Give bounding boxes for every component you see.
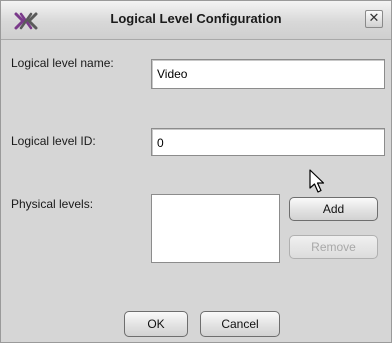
mouse-pointer-icon	[309, 169, 327, 195]
logical-level-name-label: Logical level name:	[11, 56, 114, 70]
logical-level-id-field[interactable]: 0	[151, 128, 385, 156]
logical-level-configuration-dialog: Logical Level Configuration ✕ Logical le…	[0, 0, 392, 343]
add-button[interactable]: Add	[289, 197, 378, 221]
title-bar[interactable]: Logical Level Configuration ✕	[1, 1, 391, 40]
logical-level-name-field[interactable]: Video	[151, 59, 385, 89]
ok-button[interactable]: OK	[124, 311, 188, 337]
cancel-button[interactable]: Cancel	[200, 311, 280, 337]
close-icon[interactable]: ✕	[365, 10, 383, 28]
physical-levels-list[interactable]	[151, 194, 280, 263]
remove-button[interactable]: Remove	[289, 235, 378, 259]
physical-levels-label: Physical levels:	[11, 197, 94, 211]
logical-level-id-label: Logical level ID:	[11, 134, 96, 148]
dialog-title: Logical Level Configuration	[110, 11, 282, 26]
